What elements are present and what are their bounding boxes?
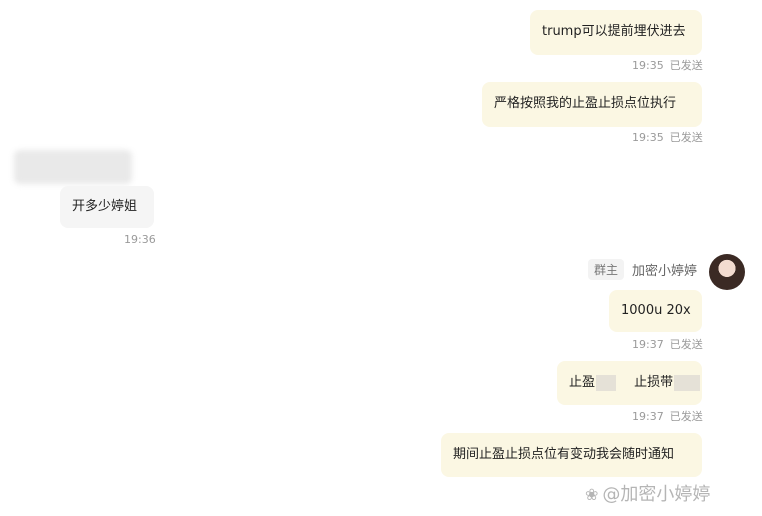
message-bubble-outgoing[interactable]: 期间止盈止损点位有变动我会随时通知 xyxy=(441,433,702,477)
avatar[interactable] xyxy=(709,254,745,290)
message-status: 已发送 xyxy=(669,410,703,423)
sender-name: 加密小婷婷 xyxy=(632,264,698,279)
message-text: 严格按照我的止盈止损点位执行 xyxy=(494,96,677,111)
message-meta: 19:37 已发送 xyxy=(632,336,703,352)
message-bubble-outgoing[interactable]: 止盈 止损带 xyxy=(557,361,702,405)
message-time: 19:35 xyxy=(632,59,664,72)
message-bubble-incoming[interactable]: 开多少婷姐 xyxy=(60,186,154,228)
sender-info-redacted xyxy=(14,150,132,184)
message-status: 已发送 xyxy=(669,338,703,351)
watermark-text: @加密小婷婷 xyxy=(602,484,711,505)
redacted-value xyxy=(596,374,617,391)
message-text-stop-loss: 止损带 xyxy=(634,375,674,390)
message-time: 19:37 xyxy=(632,410,664,423)
message-text: 1000u 20x xyxy=(621,303,691,318)
message-text-take-profit: 止盈 xyxy=(569,375,596,390)
message-time: 19:37 xyxy=(632,338,664,351)
message-bubble-outgoing[interactable]: 1000u 20x xyxy=(609,290,702,332)
watermark: ❀ @加密小婷婷 xyxy=(585,480,710,506)
message-status: 已发送 xyxy=(669,131,703,144)
message-text: trump可以提前埋伏进去 xyxy=(542,24,686,39)
message-status: 已发送 xyxy=(669,59,703,72)
message-text: 开多少婷姐 xyxy=(72,199,138,214)
message-bubble-outgoing[interactable]: trump可以提前埋伏进去 xyxy=(530,10,702,55)
role-badge: 群主 xyxy=(588,259,625,280)
message-meta: 19:35 已发送 xyxy=(632,57,703,73)
chat-window: trump可以提前埋伏进去 19:35 已发送 严格按照我的止盈止损点位执行 19… xyxy=(0,0,762,516)
message-time: 19:35 xyxy=(632,131,664,144)
flower-icon: ❀ xyxy=(585,485,599,504)
message-meta: 19:37 已发送 xyxy=(632,408,703,424)
message-bubble-outgoing[interactable]: 严格按照我的止盈止损点位执行 xyxy=(482,82,702,127)
message-text: 期间止盈止损点位有变动我会随时通知 xyxy=(453,447,675,462)
message-meta: 19:35 已发送 xyxy=(632,129,703,145)
redacted-value xyxy=(674,374,701,391)
message-time: 19:36 xyxy=(124,233,156,246)
